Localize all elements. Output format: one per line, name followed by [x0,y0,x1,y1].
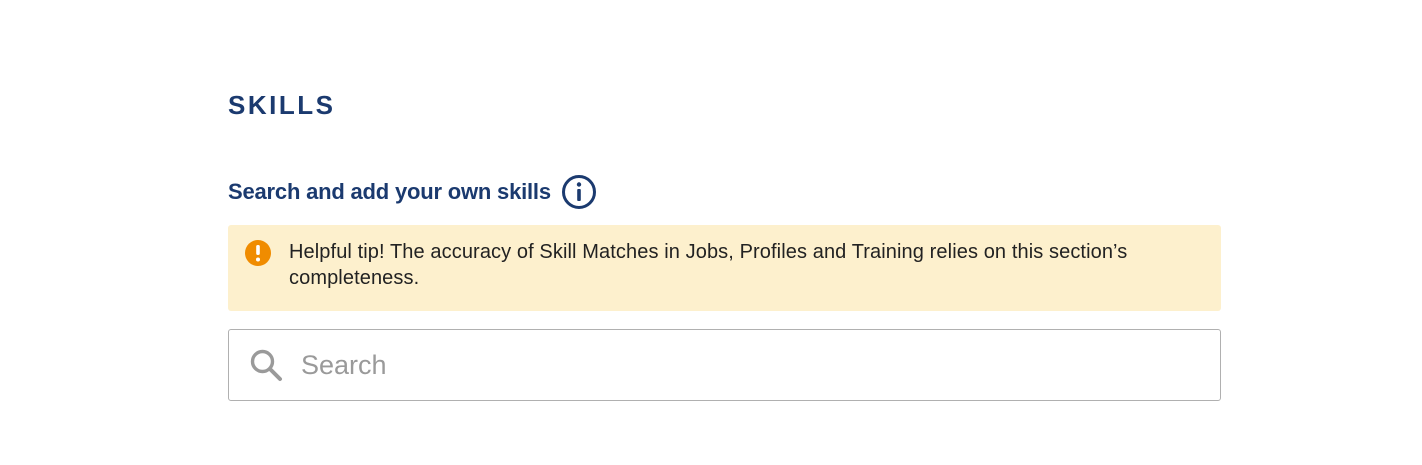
exclamation-circle-icon [245,240,271,266]
section-title: SKILLS [228,90,336,120]
tip-text: Helpful tip! The accuracy of Skill Match… [289,241,1128,289]
helpful-tip-banner: Helpful tip! The accuracy of Skill Match… [228,225,1221,311]
magnifier-icon [250,349,282,381]
search-field[interactable] [228,329,1221,401]
info-button[interactable] [561,174,597,210]
subheading: Search and add your own skills [228,179,551,204]
info-circle-icon [561,175,596,209]
search-input[interactable] [301,335,1220,395]
subheading-row: Search and add your own skills [228,174,597,210]
